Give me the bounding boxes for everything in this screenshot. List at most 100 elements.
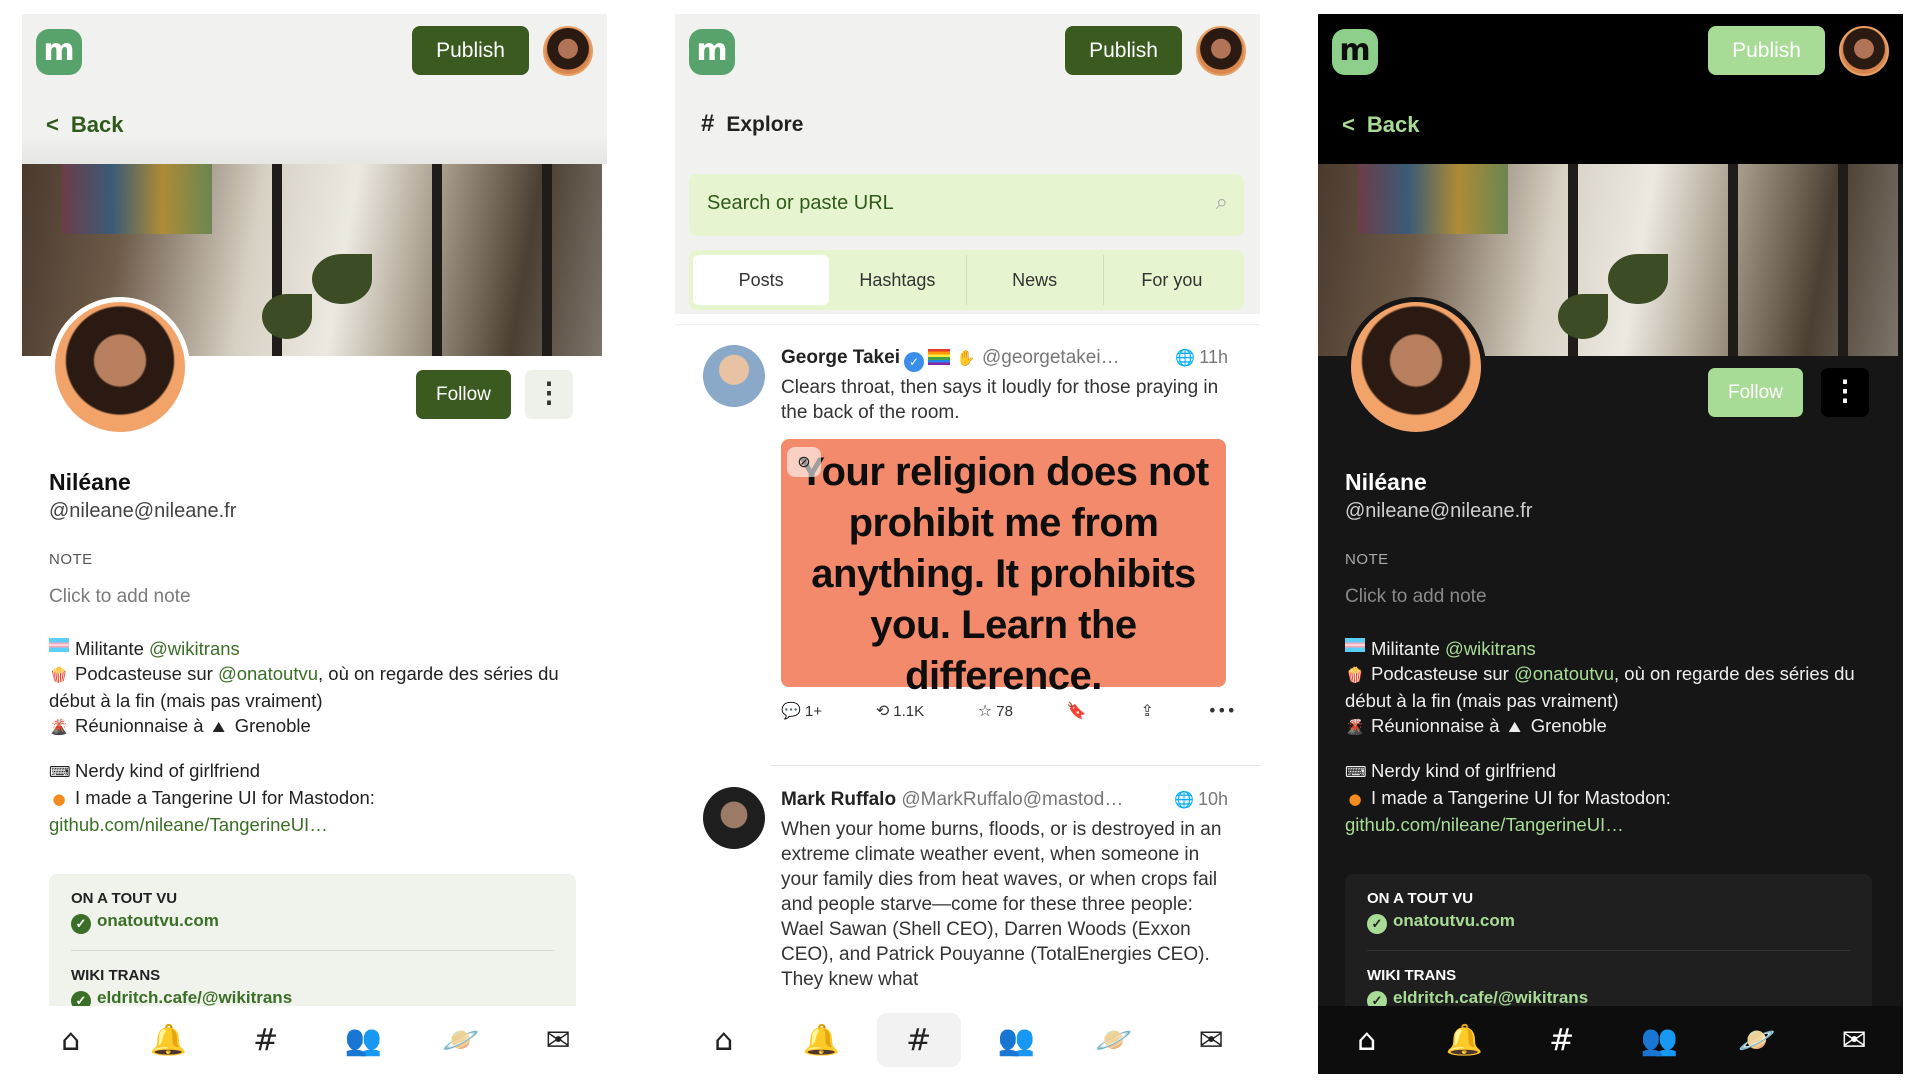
top-bar: m Publish < Back: [22, 14, 607, 164]
post-avatar[interactable]: [703, 345, 765, 407]
more-options-icon[interactable]: ⋮: [1821, 368, 1869, 417]
publish-button[interactable]: Publish: [412, 26, 529, 75]
people-icon[interactable]: 👥: [974, 1013, 1058, 1067]
field-label: WIKI TRANS: [71, 967, 161, 984]
back-button[interactable]: < Back: [46, 112, 123, 138]
post-author[interactable]: Mark Ruffalo: [781, 789, 896, 810]
reply-button[interactable]: 💬 1+: [781, 701, 822, 720]
planet-icon[interactable]: 🪐: [419, 1013, 503, 1067]
boost-icon: ⟲: [875, 701, 890, 720]
tab-news[interactable]: News: [967, 255, 1104, 305]
github-link[interactable]: github.com/nileane/TangerineUI…: [49, 814, 328, 835]
bell-icon[interactable]: 🔔: [779, 1013, 863, 1067]
more-options-icon[interactable]: ⋮: [525, 370, 573, 419]
user-avatar[interactable]: [1196, 26, 1246, 76]
planet-icon[interactable]: 🪐: [1715, 1013, 1799, 1067]
more-icon[interactable]: •••: [1208, 701, 1236, 720]
globe-icon: 🌐: [1175, 348, 1196, 367]
field-label: ON A TOUT VU: [1367, 890, 1474, 907]
bottom-nav: ⌂ 🔔 # 👥 🪐 ✉: [675, 1006, 1260, 1074]
user-avatar[interactable]: [1839, 26, 1889, 76]
mention-wikitrans[interactable]: @wikitrans: [149, 638, 240, 659]
home-icon[interactable]: ⌂: [29, 1013, 113, 1067]
home-icon[interactable]: ⌂: [1325, 1013, 1409, 1067]
mail-icon[interactable]: ✉: [1812, 1013, 1896, 1067]
share-icon[interactable]: ⇪: [1140, 701, 1153, 720]
post-time: 🌐 11h: [1175, 347, 1228, 367]
profile-bio: Militante @wikitrans 🍿 Podcasteuse sur @o…: [49, 638, 559, 835]
volcano-icon: 🌋: [1345, 718, 1365, 736]
mention-wikitrans[interactable]: @wikitrans: [1445, 638, 1536, 659]
post-time: 🌐 10h: [1174, 789, 1228, 809]
chevron-left-icon: <: [46, 112, 59, 137]
hashtag-icon: #: [701, 110, 715, 137]
hidden-content-icon[interactable]: ⊘: [787, 447, 821, 477]
keyboard-icon: ⌨: [49, 763, 71, 781]
post-actions: 💬 1+ ⟲ 1.1K ☆ 78 🔖 ⇪ •••: [781, 701, 1236, 720]
explore-screen: m Publish # Explore Search or paste URL ⌕…: [675, 14, 1260, 1074]
field-link[interactable]: ✓ onatoutvu.com: [71, 911, 554, 934]
vulcan-salute-icon: ✋: [956, 349, 976, 367]
favourite-button[interactable]: ☆ 78: [978, 701, 1013, 720]
chevron-left-icon: <: [1342, 112, 1355, 137]
post-author[interactable]: George Takei: [781, 347, 900, 368]
mountain-icon: ⛰: [1508, 718, 1522, 736]
mail-icon[interactable]: ✉: [1169, 1013, 1253, 1067]
search-icon[interactable]: ⌕: [1216, 190, 1228, 215]
tangerine-icon: ●: [52, 790, 66, 808]
profile-avatar[interactable]: [1346, 297, 1486, 437]
reply-icon: 💬: [781, 701, 801, 720]
profile-avatar[interactable]: [50, 297, 190, 437]
people-icon[interactable]: 👥: [1617, 1013, 1701, 1067]
tab-for-you[interactable]: For you: [1104, 255, 1240, 305]
explore-tabs: Posts Hashtags News For you: [689, 250, 1244, 310]
people-icon[interactable]: 👥: [321, 1013, 405, 1067]
popcorn-icon: 🍿: [1345, 666, 1365, 684]
keyboard-icon: ⌨: [1345, 763, 1367, 781]
note-input[interactable]: Click to add note: [1345, 586, 1487, 608]
post-feed: George Takei ✓ ✋ @georgetakei… 🌐 11h Clears …: [675, 324, 1260, 1006]
post-avatar[interactable]: [703, 787, 765, 849]
hashtag-icon[interactable]: #: [224, 1013, 308, 1067]
post-media[interactable]: ⊘ Your religion does not prohibit me fro…: [781, 439, 1226, 698]
bookmark-icon[interactable]: 🔖: [1067, 701, 1087, 720]
verified-check-icon: ✓: [71, 914, 91, 934]
search-input[interactable]: Search or paste URL ⌕: [689, 174, 1244, 236]
note-input[interactable]: Click to add note: [49, 586, 191, 608]
home-icon[interactable]: ⌂: [682, 1013, 766, 1067]
volcano-icon: 🌋: [49, 718, 69, 736]
follow-button[interactable]: Follow: [1708, 368, 1803, 417]
bottom-nav: ⌂ 🔔 # 👥 🪐 ✉: [1318, 1006, 1903, 1074]
tab-hashtags[interactable]: Hashtags: [829, 255, 967, 305]
hashtag-icon[interactable]: #: [1520, 1013, 1604, 1067]
bottom-nav: ⌂ 🔔 # 👥 🪐 ✉: [22, 1006, 607, 1074]
note-label: NOTE: [1345, 551, 1389, 568]
field-link[interactable]: ✓ onatoutvu.com: [1367, 911, 1850, 934]
follow-button[interactable]: Follow: [416, 370, 511, 419]
mention-onatoutvu[interactable]: @onatoutvu: [1514, 663, 1614, 684]
popcorn-icon: 🍿: [49, 666, 69, 684]
planet-icon[interactable]: 🪐: [1072, 1013, 1156, 1067]
back-button[interactable]: < Back: [1342, 112, 1419, 138]
boost-button[interactable]: ⟲ 1.1K: [876, 701, 924, 720]
mention-onatoutvu[interactable]: @onatoutvu: [218, 663, 318, 684]
profile-handle: @nileane@nileane.fr: [1345, 500, 1533, 522]
top-bar: m Publish < Back: [1318, 14, 1903, 164]
mail-icon[interactable]: ✉: [516, 1013, 600, 1067]
tab-posts[interactable]: Posts: [693, 255, 830, 305]
publish-button[interactable]: Publish: [1065, 26, 1182, 75]
publish-button[interactable]: Publish: [1708, 26, 1825, 75]
bell-icon[interactable]: 🔔: [1422, 1013, 1506, 1067]
verified-check-icon: ✓: [1367, 914, 1387, 934]
profile-screen-dark: m Publish < Back Follow ⋮ Niléane @nilean…: [1318, 14, 1903, 1074]
profile-screen-light: m Publish < Back Follow ⋮ Niléane @nilean…: [22, 14, 607, 1074]
mastodon-logo-icon[interactable]: m: [1332, 29, 1378, 75]
mastodon-logo-icon[interactable]: m: [36, 29, 82, 75]
mastodon-logo-icon[interactable]: m: [689, 29, 735, 75]
field-label: ON A TOUT VU: [71, 890, 178, 907]
github-link[interactable]: github.com/nileane/TangerineUI…: [1345, 814, 1624, 835]
profile-bio: Militante @wikitrans 🍿 Podcasteuse sur @o…: [1345, 638, 1855, 835]
bell-icon[interactable]: 🔔: [126, 1013, 210, 1067]
hashtag-icon[interactable]: #: [876, 1013, 961, 1067]
user-avatar[interactable]: [543, 26, 593, 76]
